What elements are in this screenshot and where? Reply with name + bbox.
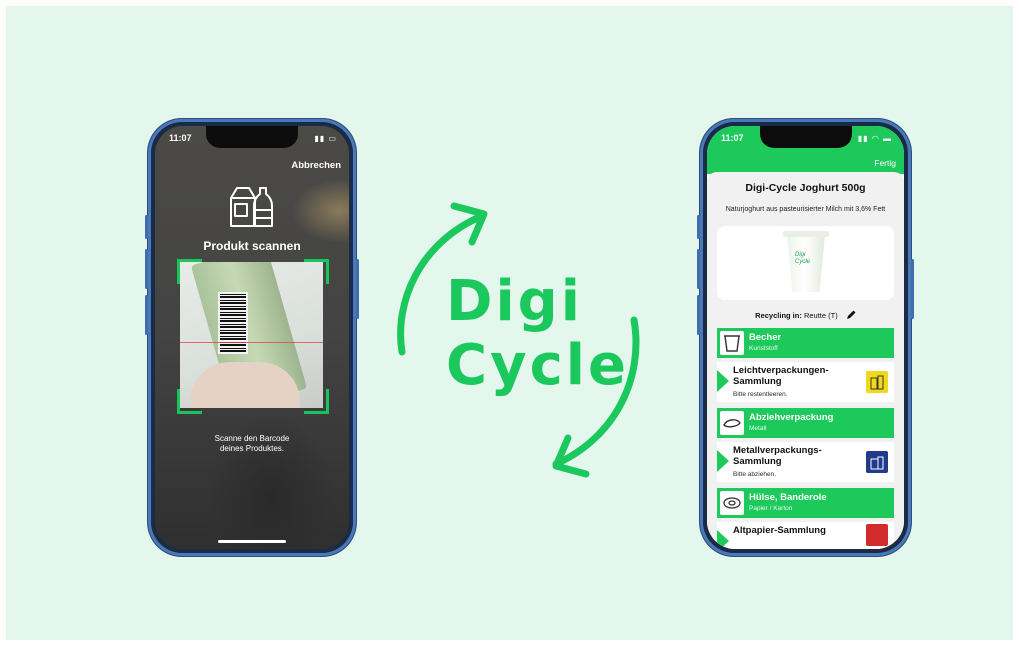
volume-down-button: [145, 295, 148, 335]
disposal-marker: [717, 450, 729, 472]
scanner-screen: 11:07 ▮▮ ▭ Abbrechen Produkt scannen Sca…: [155, 126, 349, 549]
disposal-note: Bitte abziehen.: [733, 471, 777, 478]
cup-icon: [720, 331, 744, 355]
cup-label-line2: Cycle: [795, 259, 811, 265]
disposal-note: Bitte restentleeren.: [733, 391, 788, 398]
notch: [206, 126, 298, 148]
scan-title: Produkt scannen: [203, 239, 301, 253]
disposal-marker: [717, 530, 729, 549]
disposal-title: Altpapier-Sammlung: [733, 525, 826, 536]
canvas: 11:07 ▮▮ ▭ Abbrechen Produkt scannen Sca…: [6, 6, 1013, 640]
product-image: Digi Cycle: [717, 226, 894, 300]
scan-line: [180, 342, 323, 343]
volume-up-button: [697, 249, 700, 289]
status-icons: ▮▮ ◠ ▬: [857, 134, 892, 143]
side-button: [697, 215, 700, 239]
result-phone: 11:07 ▮▮ ◠ ▬ Fertig Digi-Cycle Joghurt 5…: [697, 119, 914, 556]
pencil-icon[interactable]: [846, 310, 856, 320]
viewfinder-corner-bottom-left: [177, 389, 202, 414]
status-time: 11:07: [721, 133, 744, 143]
viewfinder-corner-bottom-right: [304, 389, 329, 414]
disposal-row-altpapier[interactable]: Altpapier-Sammlung: [717, 522, 894, 549]
power-button: [911, 259, 914, 319]
component-title: Becher: [749, 332, 782, 343]
disposal-row-leichtverpackungen[interactable]: Leichtverpackungen-Sammlung Bitte resten…: [717, 362, 894, 402]
component-material: Kunststoff: [749, 345, 778, 352]
component-title: Hülse, Banderole: [749, 492, 827, 503]
viewfinder-corner-top-right: [304, 259, 329, 284]
status-time: 11:07: [169, 133, 192, 143]
cup-label-line1: Digi: [795, 252, 806, 258]
disposal-row-metallverpackungen[interactable]: Metallverpackungs-Sammlung Bitte abziehe…: [717, 442, 894, 482]
component-row-becher[interactable]: Becher Kunststoff: [717, 328, 894, 358]
disposal-title: Leichtverpackungen-Sammlung: [733, 365, 829, 387]
component-material: Metall: [749, 425, 767, 432]
lid-icon: [720, 411, 744, 435]
side-button: [145, 215, 148, 239]
disposal-title: Metallverpackungs-Sammlung: [733, 445, 822, 467]
volume-down-button: [697, 295, 700, 335]
blue-bin-icon: [866, 451, 888, 473]
logo-text-line2: Cycle: [446, 333, 629, 398]
product-title: Digi-Cycle Joghurt 500g: [745, 182, 866, 194]
product-packages-icon: [230, 187, 273, 227]
product-sheet: Digi-Cycle Joghurt 500g Naturjoghurt aus…: [707, 172, 904, 549]
done-button[interactable]: Fertig: [874, 158, 896, 168]
recycling-location: Reutte (T): [803, 311, 838, 320]
hand: [190, 362, 300, 408]
digicycle-logo: Digi Cycle: [380, 192, 658, 482]
result-screen: 11:07 ▮▮ ◠ ▬ Fertig Digi-Cycle Joghurt 5…: [707, 126, 904, 549]
scan-hint-line2: deines Produktes.: [219, 444, 285, 453]
recycling-location-row: Recycling in: Reutte (T): [707, 310, 904, 320]
component-material: Papier / Karton: [749, 505, 793, 512]
status-icons: ▮▮ ▭: [314, 134, 337, 143]
scanner-phone: 11:07 ▮▮ ▭ Abbrechen Produkt scannen Sca…: [145, 119, 359, 556]
cancel-button[interactable]: Abbrechen: [291, 160, 341, 171]
scan-hint: Scanne den Barcode deines Produktes.: [155, 434, 349, 454]
viewfinder-corner-top-left: [177, 259, 202, 284]
recycling-label: Recycling in:: [755, 311, 802, 320]
notch: [759, 126, 852, 148]
cup-label: Digi Cycle: [795, 252, 810, 266]
sleeve-icon: [720, 491, 744, 515]
red-bin-icon: [866, 524, 888, 546]
disposal-marker: [717, 370, 729, 392]
scan-hint-line1: Scanne den Barcode: [214, 434, 290, 443]
component-row-abziehverpackung[interactable]: Abziehverpackung Metall: [717, 408, 894, 438]
yellow-bin-icon: [866, 371, 888, 393]
volume-up-button: [145, 249, 148, 289]
product-description: Naturjoghurt aus pasteurisierter Milch m…: [725, 206, 886, 213]
barcode: [218, 292, 248, 354]
component-title: Abziehverpackung: [749, 412, 834, 423]
cup-lid-image: [783, 231, 829, 237]
component-row-huelse[interactable]: Hülse, Banderole Papier / Karton: [717, 488, 894, 518]
home-indicator[interactable]: [218, 540, 286, 543]
logo-text-line1: Digi: [446, 269, 583, 334]
power-button: [356, 259, 359, 319]
